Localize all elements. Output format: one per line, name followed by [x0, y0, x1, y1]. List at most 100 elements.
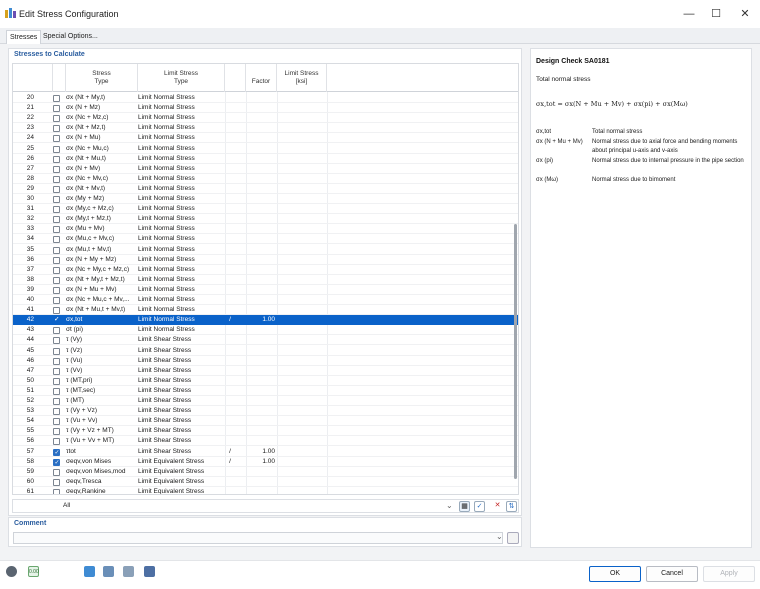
table-row[interactable]: 28 σx (Nc + Mv,c) Limit Normal Stress [13, 174, 518, 184]
row-limit-type[interactable]: Limit Normal Stress [138, 144, 228, 154]
row-limit-type[interactable]: Limit Normal Stress [138, 285, 228, 295]
tab-special-options[interactable]: Special Options... [40, 30, 101, 44]
row-factor[interactable] [247, 224, 275, 234]
row-factor[interactable] [247, 325, 275, 335]
row-limit-type[interactable]: Limit Equivalent Stress [138, 487, 228, 494]
row-factor[interactable] [247, 335, 275, 345]
table-row[interactable]: 42 σx,tot Limit Normal Stress/ 1.00 [13, 315, 518, 326]
row-checkbox[interactable] [53, 367, 60, 375]
table-row[interactable]: 44 τ (Vy) Limit Shear Stress [13, 335, 518, 346]
row-factor[interactable] [247, 356, 275, 366]
table-row[interactable]: 53 τ (Vy + Vz) Limit Shear Stress [13, 406, 518, 417]
row-checkbox[interactable] [53, 266, 60, 274]
row-factor[interactable] [247, 305, 275, 315]
minimize-icon[interactable]: — [676, 4, 702, 24]
row-limit-type[interactable]: Limit Shear Stress [138, 386, 228, 396]
row-limit-type[interactable]: Limit Normal Stress [138, 214, 228, 224]
table-row[interactable]: 21 σx (N + Mz) Limit Normal Stress [13, 103, 518, 114]
tab-stresses[interactable]: Stresses [6, 30, 42, 44]
header-stress-type[interactable]: Stress Type [66, 64, 138, 92]
table-row[interactable]: 34 σx (Mu,c + Mv,c) Limit Normal Stress [13, 234, 518, 245]
row-limit-type[interactable]: Limit Normal Stress [138, 103, 228, 113]
table-row[interactable]: 38 σx (Nt + My,t + Mz,t) Limit Normal Stre… [13, 275, 518, 285]
header-limit-stress[interactable]: Limit Stress [ksi] [277, 64, 327, 92]
row-checkbox[interactable] [53, 387, 60, 395]
header-limit-type[interactable]: Limit Stress Type [138, 64, 225, 92]
table-row[interactable]: 59 σeqv,von Mises,mod Limit Equivalent Str… [13, 467, 518, 477]
row-factor[interactable] [247, 346, 275, 356]
row-factor[interactable] [247, 103, 275, 113]
row-checkbox[interactable] [53, 347, 60, 355]
row-limit-type[interactable]: Limit Normal Stress [138, 305, 228, 315]
row-limit-type[interactable]: Limit Normal Stress [138, 204, 228, 214]
table-row[interactable]: 58 σeqv,von Mises Limit Equivalent Stress/… [13, 457, 518, 467]
table-row[interactable]: 37 σx (Nc + My,c + Mz,c) Limit Normal Stre… [13, 265, 518, 275]
row-factor[interactable] [247, 376, 275, 386]
row-factor[interactable] [247, 255, 275, 265]
row-limit-type[interactable]: Limit Shear Stress [138, 436, 228, 446]
row-checkbox[interactable] [53, 125, 60, 133]
row-checkbox[interactable] [53, 438, 60, 446]
search-icon[interactable] [6, 566, 17, 577]
row-checkbox[interactable] [53, 408, 60, 416]
row-limit-type[interactable]: Limit Normal Stress [138, 255, 228, 265]
row-limit-type[interactable]: Limit Shear Stress [138, 335, 228, 345]
row-factor[interactable] [247, 436, 275, 446]
table-row[interactable]: 24 σx (N + Mu) Limit Normal Stress [13, 133, 518, 144]
table-row[interactable]: 40 σx (Nc + Mu,c + Mv,... Limit Normal Str… [13, 295, 518, 306]
chevron-down-icon[interactable]: ⌄ [446, 501, 453, 510]
comment-library-button[interactable] [507, 532, 519, 544]
row-checkbox[interactable] [53, 377, 60, 385]
row-factor[interactable] [247, 406, 275, 416]
row-factor[interactable] [247, 164, 275, 174]
row-limit-type[interactable]: Limit Normal Stress [138, 245, 228, 255]
row-limit-type[interactable]: Limit Shear Stress [138, 376, 228, 386]
chevron-down-icon[interactable]: ⌄ [496, 532, 503, 541]
row-checkbox[interactable] [53, 135, 60, 143]
row-factor[interactable] [247, 113, 275, 123]
row-factor[interactable] [247, 154, 275, 164]
row-factor[interactable] [247, 123, 275, 133]
row-factor[interactable] [247, 396, 275, 406]
row-limit-type[interactable]: Limit Shear Stress [138, 366, 228, 376]
header-factor[interactable]: Factor [246, 64, 277, 92]
row-checkbox[interactable] [53, 105, 60, 113]
uncheck-all-icon[interactable]: ✕ [492, 501, 503, 512]
row-limit-type[interactable]: Limit Normal Stress [138, 164, 228, 174]
row-checkbox[interactable] [53, 175, 60, 183]
table-row[interactable]: 57 τtot Limit Shear Stress/ 1.00 [13, 447, 518, 457]
row-limit-type[interactable]: Limit Normal Stress [138, 123, 228, 133]
row-limit-type[interactable]: Limit Normal Stress [138, 184, 228, 194]
row-factor[interactable] [247, 245, 275, 255]
row-limit-type[interactable]: Limit Shear Stress [138, 406, 228, 416]
row-limit-type[interactable]: Limit Shear Stress [138, 426, 228, 436]
table-row[interactable]: 39 σx (N + Mu + Mv) Limit Normal Stress [13, 285, 518, 295]
row-checkbox[interactable] [53, 448, 60, 456]
row-limit-type[interactable]: Limit Normal Stress [138, 325, 228, 335]
formula-icon[interactable] [144, 566, 155, 577]
table-row[interactable]: 35 σx (Mu,t + Mv,t) Limit Normal Stress [13, 245, 518, 255]
row-limit-type[interactable]: Limit Normal Stress [138, 265, 228, 275]
row-limit-type[interactable]: Limit Normal Stress [138, 154, 228, 164]
row-factor[interactable] [247, 467, 275, 477]
table-row[interactable]: 51 τ (MT,sec) Limit Shear Stress [13, 386, 518, 396]
row-limit-type[interactable]: Limit Normal Stress [138, 93, 228, 103]
row-factor[interactable] [247, 93, 275, 103]
row-limit-type[interactable]: Limit Normal Stress [138, 295, 228, 305]
row-limit-type[interactable]: Limit Equivalent Stress [138, 457, 228, 467]
row-checkbox[interactable] [53, 488, 60, 494]
row-checkbox[interactable] [53, 418, 60, 426]
row-factor[interactable] [247, 133, 275, 143]
table-row[interactable]: 20 σx (Nt + My,t) Limit Normal Stress [13, 93, 518, 104]
table-row[interactable]: 23 σx (Nt + Mz,t) Limit Normal Stress [13, 123, 518, 134]
row-checkbox[interactable] [53, 478, 60, 486]
row-factor[interactable] [247, 234, 275, 244]
grid-scrollbar[interactable] [514, 224, 517, 479]
row-factor[interactable] [247, 366, 275, 376]
row-factor[interactable] [247, 416, 275, 426]
row-factor[interactable] [247, 477, 275, 487]
row-factor[interactable]: 1.00 [247, 315, 275, 325]
row-checkbox[interactable] [53, 95, 60, 102]
row-checkbox[interactable] [53, 297, 60, 304]
row-limit-type[interactable]: Limit Normal Stress [138, 315, 228, 325]
